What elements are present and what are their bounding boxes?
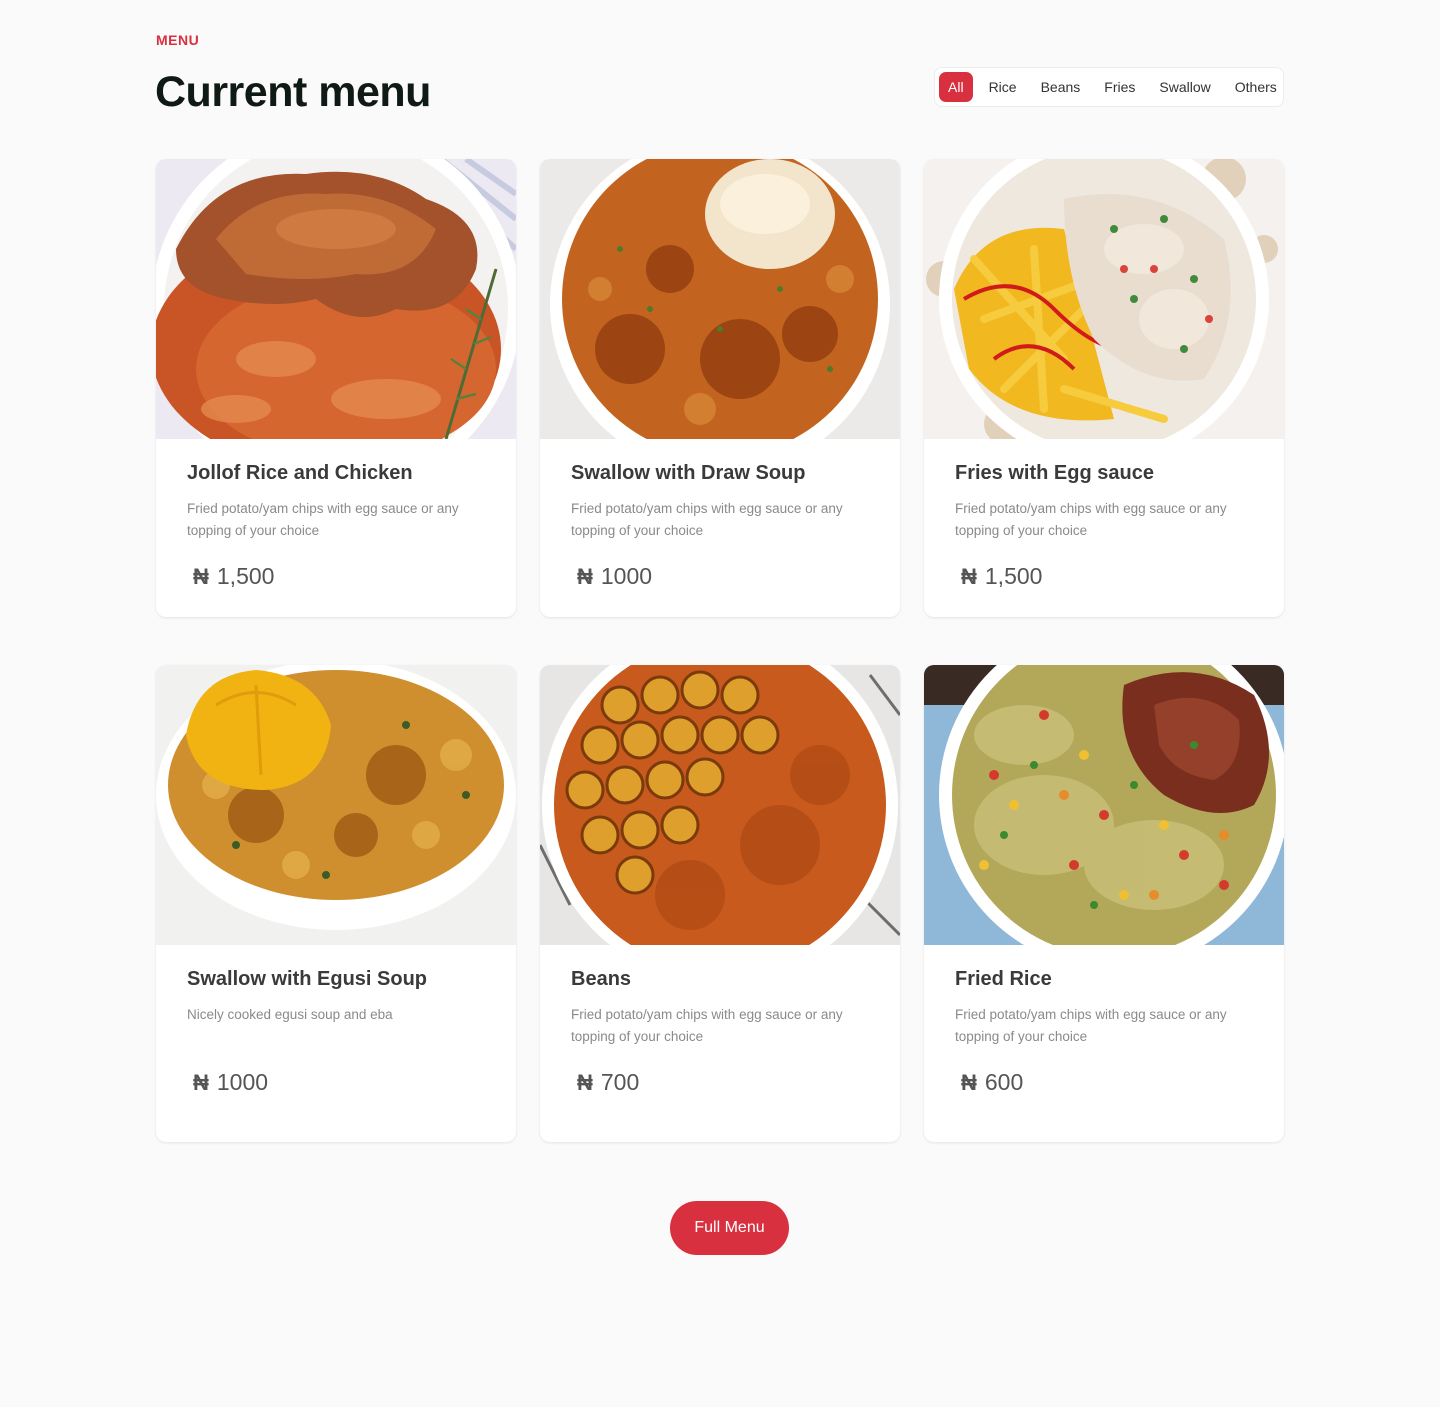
item-price-value: 1000: [216, 1069, 269, 1095]
naira-icon: ₦: [961, 564, 977, 589]
naira-icon: ₦: [193, 1070, 209, 1095]
page-title: Current menu: [155, 68, 431, 116]
fried-rice-photo: [924, 665, 1284, 945]
item-description: Fried potato/yam chips with egg sauce or…: [187, 501, 459, 538]
item-price-value: 1000: [600, 563, 653, 589]
item-title: Fried Rice: [955, 968, 1052, 990]
item-description: Fried potato/yam chips with egg sauce or…: [571, 1007, 843, 1044]
item-price: ₦ 1000: [193, 1069, 268, 1096]
item-price: ₦ 600: [961, 1069, 1023, 1096]
egusi-soup-photo: [156, 665, 516, 945]
item-price-value: 1,500: [984, 563, 1043, 589]
item-price-value: 700: [600, 1069, 640, 1095]
filter-beans[interactable]: Beans: [1029, 72, 1093, 102]
item-title: Swallow with Draw Soup: [571, 462, 806, 484]
item-price: ₦ 1000: [577, 563, 652, 590]
item-description: Fried potato/yam chips with egg sauce or…: [571, 501, 843, 538]
menu-card-draw-soup[interactable]: Swallow with Draw Soup Fried potato/yam …: [540, 159, 900, 617]
item-title: Beans: [571, 968, 632, 990]
item-title: Fries with Egg sauce: [955, 462, 1154, 484]
item-price: ₦ 1,500: [961, 563, 1042, 590]
menu-card-fried-rice[interactable]: Fried Rice Fried potato/yam chips with e…: [924, 665, 1284, 1142]
item-price: ₦ 700: [577, 1069, 639, 1096]
naira-icon: ₦: [577, 1070, 593, 1095]
item-price-value: 600: [984, 1069, 1024, 1095]
filter-others[interactable]: Others: [1223, 72, 1289, 102]
naira-icon: ₦: [193, 564, 209, 589]
item-title: Swallow with Egusi Soup: [187, 968, 428, 990]
draw-soup-photo: [540, 159, 900, 439]
category-filter-bar: All Rice Beans Fries Swallow Others: [934, 67, 1284, 107]
filter-swallow[interactable]: Swallow: [1147, 72, 1222, 102]
item-description: Fried potato/yam chips with egg sauce or…: [955, 501, 1227, 538]
filter-fries[interactable]: Fries: [1092, 72, 1147, 102]
full-menu-button[interactable]: Full Menu: [670, 1201, 789, 1255]
naira-icon: ₦: [961, 1070, 977, 1095]
naira-icon: ₦: [577, 564, 593, 589]
item-title: Jollof Rice and Chicken: [187, 462, 413, 484]
item-description: Fried potato/yam chips with egg sauce or…: [955, 1007, 1227, 1044]
item-price: ₦ 1,500: [193, 563, 274, 590]
item-description: Nicely cooked egusi soup and eba: [187, 1007, 393, 1022]
filter-all[interactable]: All: [939, 72, 973, 102]
menu-card-jollof-rice[interactable]: Jollof Rice and Chicken Fried potato/yam…: [156, 159, 516, 617]
beans-plantain-photo: [540, 665, 900, 945]
menu-card-egusi-soup[interactable]: Swallow with Egusi Soup Nicely cooked eg…: [156, 665, 516, 1142]
filter-rice[interactable]: Rice: [977, 72, 1029, 102]
menu-eyebrow: MENU: [156, 32, 200, 48]
menu-card-fries-egg-sauce[interactable]: Fries with Egg sauce Fried potato/yam ch…: [924, 159, 1284, 617]
menu-card-beans[interactable]: Beans Fried potato/yam chips with egg sa…: [540, 665, 900, 1142]
fries-egg-sauce-photo: [924, 159, 1284, 439]
jollof-rice-chicken-photo: [156, 159, 516, 439]
item-price-value: 1,500: [216, 563, 275, 589]
